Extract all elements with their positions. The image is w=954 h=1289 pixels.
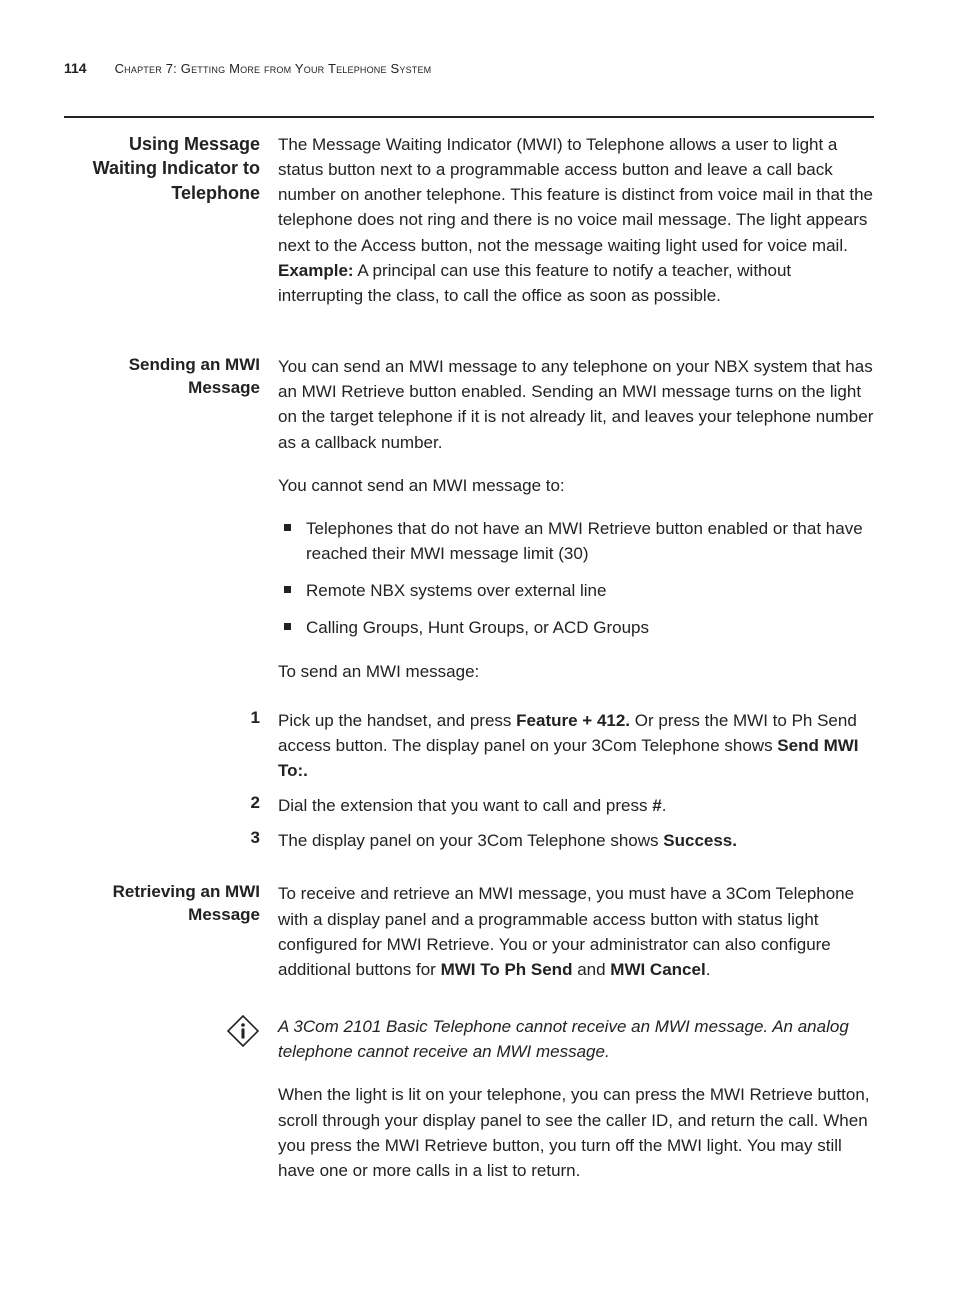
bold-text: # xyxy=(652,796,661,815)
step-number: 3 xyxy=(64,828,278,853)
note-text: A 3Com 2101 Basic Telephone cannot recei… xyxy=(278,1014,874,1064)
text-span: Pick up the handset, and press xyxy=(278,711,516,730)
body-text: When the light is lit on your telephone,… xyxy=(278,1082,874,1183)
step-body: The display panel on your 3Com Telephone… xyxy=(278,828,874,853)
step-body: Pick up the handset, and press Feature +… xyxy=(278,708,874,783)
text-span: The display panel on your 3Com Telephone… xyxy=(278,831,663,850)
bold-text: Success. xyxy=(663,831,737,850)
section-sending-mwi: Sending an MWI Message You can send an M… xyxy=(64,354,874,696)
section-heading: Retrieving an MWI Message xyxy=(64,881,260,927)
section-retrieving-mwi: Retrieving an MWI Message To receive and… xyxy=(64,881,874,1000)
section-heading: Using Message Waiting Indicator to Telep… xyxy=(64,132,260,205)
page-header: 114 Chapter 7: Getting More from Your Te… xyxy=(64,60,874,76)
step-row: 2 Dial the extension that you want to ca… xyxy=(64,793,874,818)
body-text: The Message Waiting Indicator (MWI) to T… xyxy=(278,132,874,308)
step-row: 3 The display panel on your 3Com Telepho… xyxy=(64,828,874,853)
section-using-mwi: Using Message Waiting Indicator to Telep… xyxy=(64,132,874,326)
page: 114 Chapter 7: Getting More from Your Te… xyxy=(0,0,954,1289)
divider xyxy=(64,116,874,118)
section-retrieving-continued: When the light is lit on your telephone,… xyxy=(64,1082,874,1201)
body-text: To send an MWI message: xyxy=(278,659,874,684)
info-note: A 3Com 2101 Basic Telephone cannot recei… xyxy=(64,1014,874,1064)
chapter-title: Chapter 7: Getting More from Your Teleph… xyxy=(115,61,432,76)
list-item: Calling Groups, Hunt Groups, or ACD Grou… xyxy=(278,615,874,640)
text-span: . xyxy=(706,960,711,979)
body-text: You can send an MWI message to any telep… xyxy=(278,354,874,455)
text-span: Dial the extension that you want to call… xyxy=(278,796,652,815)
bold-text: MWI Cancel xyxy=(610,960,705,979)
body-text: To receive and retrieve an MWI message, … xyxy=(278,881,874,982)
step-body: Dial the extension that you want to call… xyxy=(278,793,874,818)
bold-text: Feature + 412. xyxy=(516,711,630,730)
info-icon xyxy=(226,1014,260,1048)
bullet-list: Telephones that do not have an MWI Retri… xyxy=(278,516,874,641)
page-number: 114 xyxy=(64,60,87,76)
text-span: . xyxy=(662,796,667,815)
body-text: You cannot send an MWI message to: xyxy=(278,473,874,498)
section-heading: Sending an MWI Message xyxy=(64,354,260,400)
text-span: and xyxy=(572,960,610,979)
example-label: Example: xyxy=(278,261,354,280)
list-item: Telephones that do not have an MWI Retri… xyxy=(278,516,874,566)
step-row: 1 Pick up the handset, and press Feature… xyxy=(64,708,874,783)
step-number: 1 xyxy=(64,708,278,783)
step-number: 2 xyxy=(64,793,278,818)
numbered-steps: 1 Pick up the handset, and press Feature… xyxy=(64,708,874,854)
bold-text: MWI To Ph Send xyxy=(441,960,573,979)
text-span: The Message Waiting Indicator (MWI) to T… xyxy=(278,135,873,255)
list-item: Remote NBX systems over external line xyxy=(278,578,874,603)
text-span: A principal can use this feature to noti… xyxy=(278,261,791,305)
